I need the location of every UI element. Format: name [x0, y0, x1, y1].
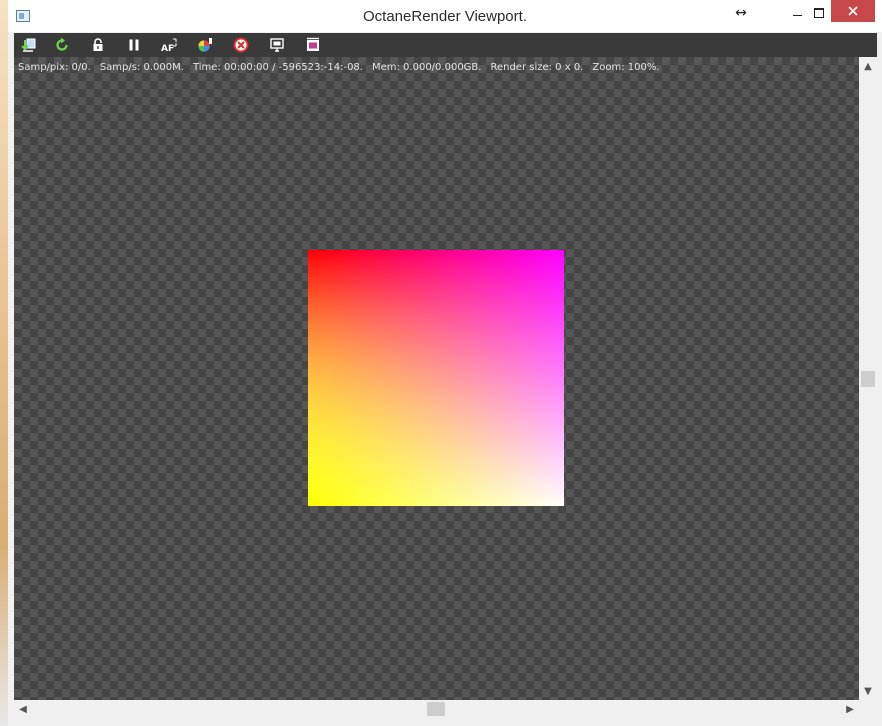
scroll-right-icon[interactable]: ▶	[841, 700, 859, 718]
vertical-scrollbar[interactable]: ▲ ▼	[859, 57, 877, 700]
lock-icon[interactable]	[89, 36, 107, 54]
zoom-level: Zoom: 100%.	[592, 62, 660, 73]
title-bar[interactable]: OctaneRender Viewport. ↔	[8, 0, 882, 32]
memory-usage: Mem: 0.000/0.000GB.	[371, 62, 482, 73]
clear-render-icon[interactable]	[232, 36, 250, 54]
scroll-down-icon[interactable]: ▼	[859, 682, 877, 700]
render-toolbar: AF	[14, 33, 877, 57]
maximize-button[interactable]	[804, 0, 834, 26]
region-render-icon[interactable]	[268, 36, 286, 54]
status-line: Samp/pix: 0/0. Samp/s: 0.000M. Time: 00:00…	[18, 62, 669, 73]
render-viewport[interactable]: Samp/pix: 0/0. Samp/s: 0.000M. Time: 00:00…	[14, 57, 859, 700]
viewport-window: OctaneRender Viewport. ↔ AF Samp/pix: 0/…	[8, 0, 882, 726]
close-button[interactable]	[831, 0, 875, 22]
send-to-octane-icon[interactable]	[20, 36, 38, 54]
resize-button[interactable]: ↔	[726, 0, 756, 26]
render-image	[308, 250, 564, 506]
samples-per-second: Samp/s: 0.000M.	[99, 62, 184, 73]
scroll-up-icon[interactable]: ▲	[859, 57, 877, 75]
restart-render-icon[interactable]	[53, 36, 71, 54]
pause-icon[interactable]	[125, 36, 143, 54]
film-settings-icon[interactable]	[304, 36, 322, 54]
color-picker-icon[interactable]	[196, 36, 214, 54]
scrollbar-corner	[859, 700, 877, 718]
vertical-scroll-thumb[interactable]	[861, 371, 875, 387]
close-icon	[848, 6, 858, 16]
desktop-backdrop	[0, 0, 8, 726]
horizontal-scroll-thumb[interactable]	[427, 702, 445, 716]
svg-text:AF: AF	[161, 44, 174, 53]
autofocus-icon[interactable]: AF	[160, 36, 178, 54]
render-size: Render size: 0 x 0.	[490, 62, 584, 73]
horizontal-scrollbar[interactable]: ◀ ▶	[14, 700, 859, 718]
samples-per-pixel: Samp/pix: 0/0.	[18, 62, 91, 73]
scroll-left-icon[interactable]: ◀	[14, 700, 32, 718]
render-time: Time: 00:00:00 / -596523:-14:-08.	[192, 62, 363, 73]
